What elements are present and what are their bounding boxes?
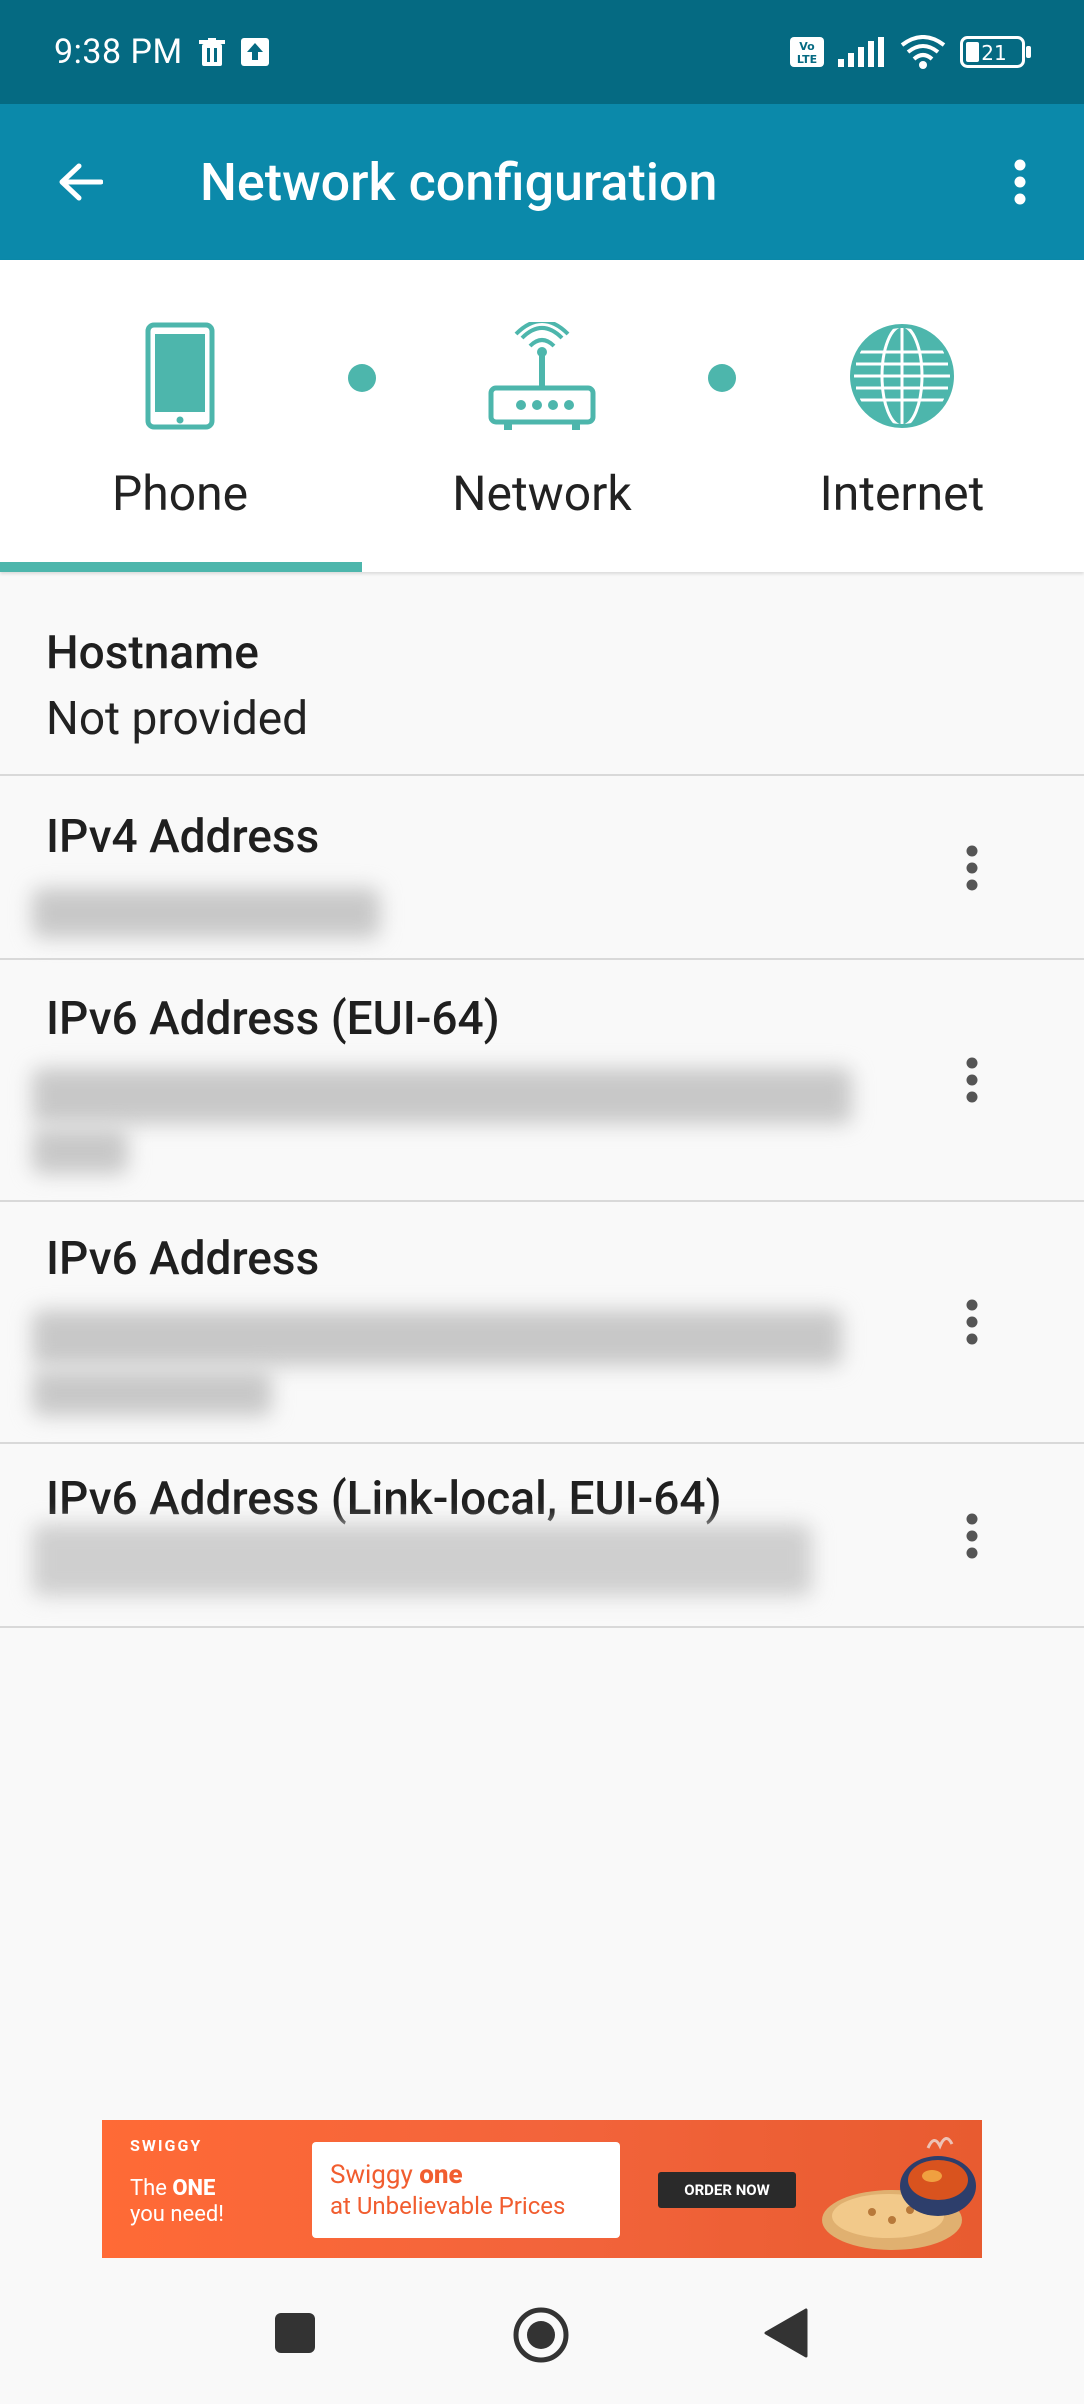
redacted-value [32,888,380,938]
more-vertical-icon [1014,159,1026,205]
back-icon [764,2308,808,2358]
tab-bar: Phone Network Internet [0,260,1084,572]
home-icon [513,2307,569,2363]
redacted-value [32,1068,852,1124]
trash-icon [198,38,225,66]
tab-network-label: Network [452,465,632,522]
more-vertical-icon [966,1513,978,1559]
ad-banner[interactable]: SWIGGY The ONE you need! Swiggy one at U… [102,2120,982,2258]
ad-brand: SWIGGY [130,2136,203,2155]
row-more-button[interactable] [952,1050,992,1110]
ad-tagline-1: The [130,2176,173,2201]
ad-tagline-bold: ONE [172,2176,216,2201]
status-time: 9:38 PM [54,32,183,72]
page-title: Network configuration [200,151,718,213]
step-connector-dot [708,364,736,392]
ad-offer-card: Swiggy one at Unbelievable Prices [312,2142,620,2238]
status-bar: 9:38 PM Vo LTE 21 [0,0,1084,104]
redacted-value [32,1128,128,1174]
row-more-button[interactable] [952,838,992,898]
router-icon [488,319,596,434]
row-label: IPv6 Address (EUI-64) [46,992,500,1046]
row-more-button[interactable] [952,1292,992,1352]
home-button[interactable] [512,2306,570,2364]
tab-network[interactable]: Network [362,260,722,572]
recents-icon [275,2313,315,2353]
step-connector-dot [348,364,376,392]
svg-text:Vo: Vo [799,40,815,53]
list-item-ipv4[interactable]: IPv4 Address [0,776,1084,960]
ad-order-now-button[interactable]: ORDER NOW [658,2172,796,2208]
list-item-ipv6[interactable]: IPv6 Address [0,1202,1084,1444]
ad-tagline: The ONE you need! [130,2176,224,2228]
row-label: IPv6 Address [46,1232,320,1286]
network-details-list: Hostname Not provided IPv4 Address IPv6 … [0,572,1084,1628]
redacted-value [32,1524,812,1596]
selected-tab-indicator [0,562,362,572]
wifi-icon [900,35,946,69]
svg-text:LTE: LTE [797,53,817,66]
list-item-hostname: Hostname Not provided [0,572,1084,776]
tab-phone[interactable]: Phone [0,260,360,572]
signal-icon [838,37,886,67]
recents-button[interactable] [274,2312,316,2354]
tab-phone-label: Phone [111,465,249,522]
tab-internet-label: Internet [819,465,985,522]
food-image-icon [822,2128,982,2258]
row-label: Hostname [46,626,259,680]
ad-tagline-2: you need! [130,2202,224,2227]
row-label: IPv4 Address [46,810,320,864]
globe-icon [848,322,956,434]
app-bar: Network configuration [0,104,1084,260]
more-vertical-icon [966,845,978,891]
tab-internet[interactable]: Internet [722,260,1082,572]
list-item-ipv6-link-local[interactable]: IPv6 Address (Link-local, EUI-64) [0,1444,1084,1628]
redacted-value [32,1370,272,1416]
phone-icon [145,322,215,434]
upload-icon [240,38,269,66]
row-more-button[interactable] [952,1506,992,1566]
battery-icon: 21 [960,36,1032,68]
redacted-value [32,1310,842,1366]
list-item-ipv6-eui64[interactable]: IPv6 Address (EUI-64) [0,960,1084,1202]
row-label: IPv6 Address (Link-local, EUI-64) [46,1472,722,1526]
volte-icon: Vo LTE [790,37,824,67]
ad-card-subtitle: at Unbelievable Prices [330,2192,566,2220]
row-value: Not provided [46,692,309,746]
more-vertical-icon [966,1299,978,1345]
back-nav-button[interactable] [762,2308,808,2358]
arrow-left-icon [59,163,103,201]
ad-card-one: one [419,2160,463,2190]
battery-level: 21 [981,41,1006,65]
system-nav-bar [0,2272,1084,2404]
ad-card-brand: Swiggy [330,2160,420,2190]
overflow-menu-button[interactable] [1000,154,1040,210]
back-button[interactable] [52,154,108,210]
more-vertical-icon [966,1057,978,1103]
